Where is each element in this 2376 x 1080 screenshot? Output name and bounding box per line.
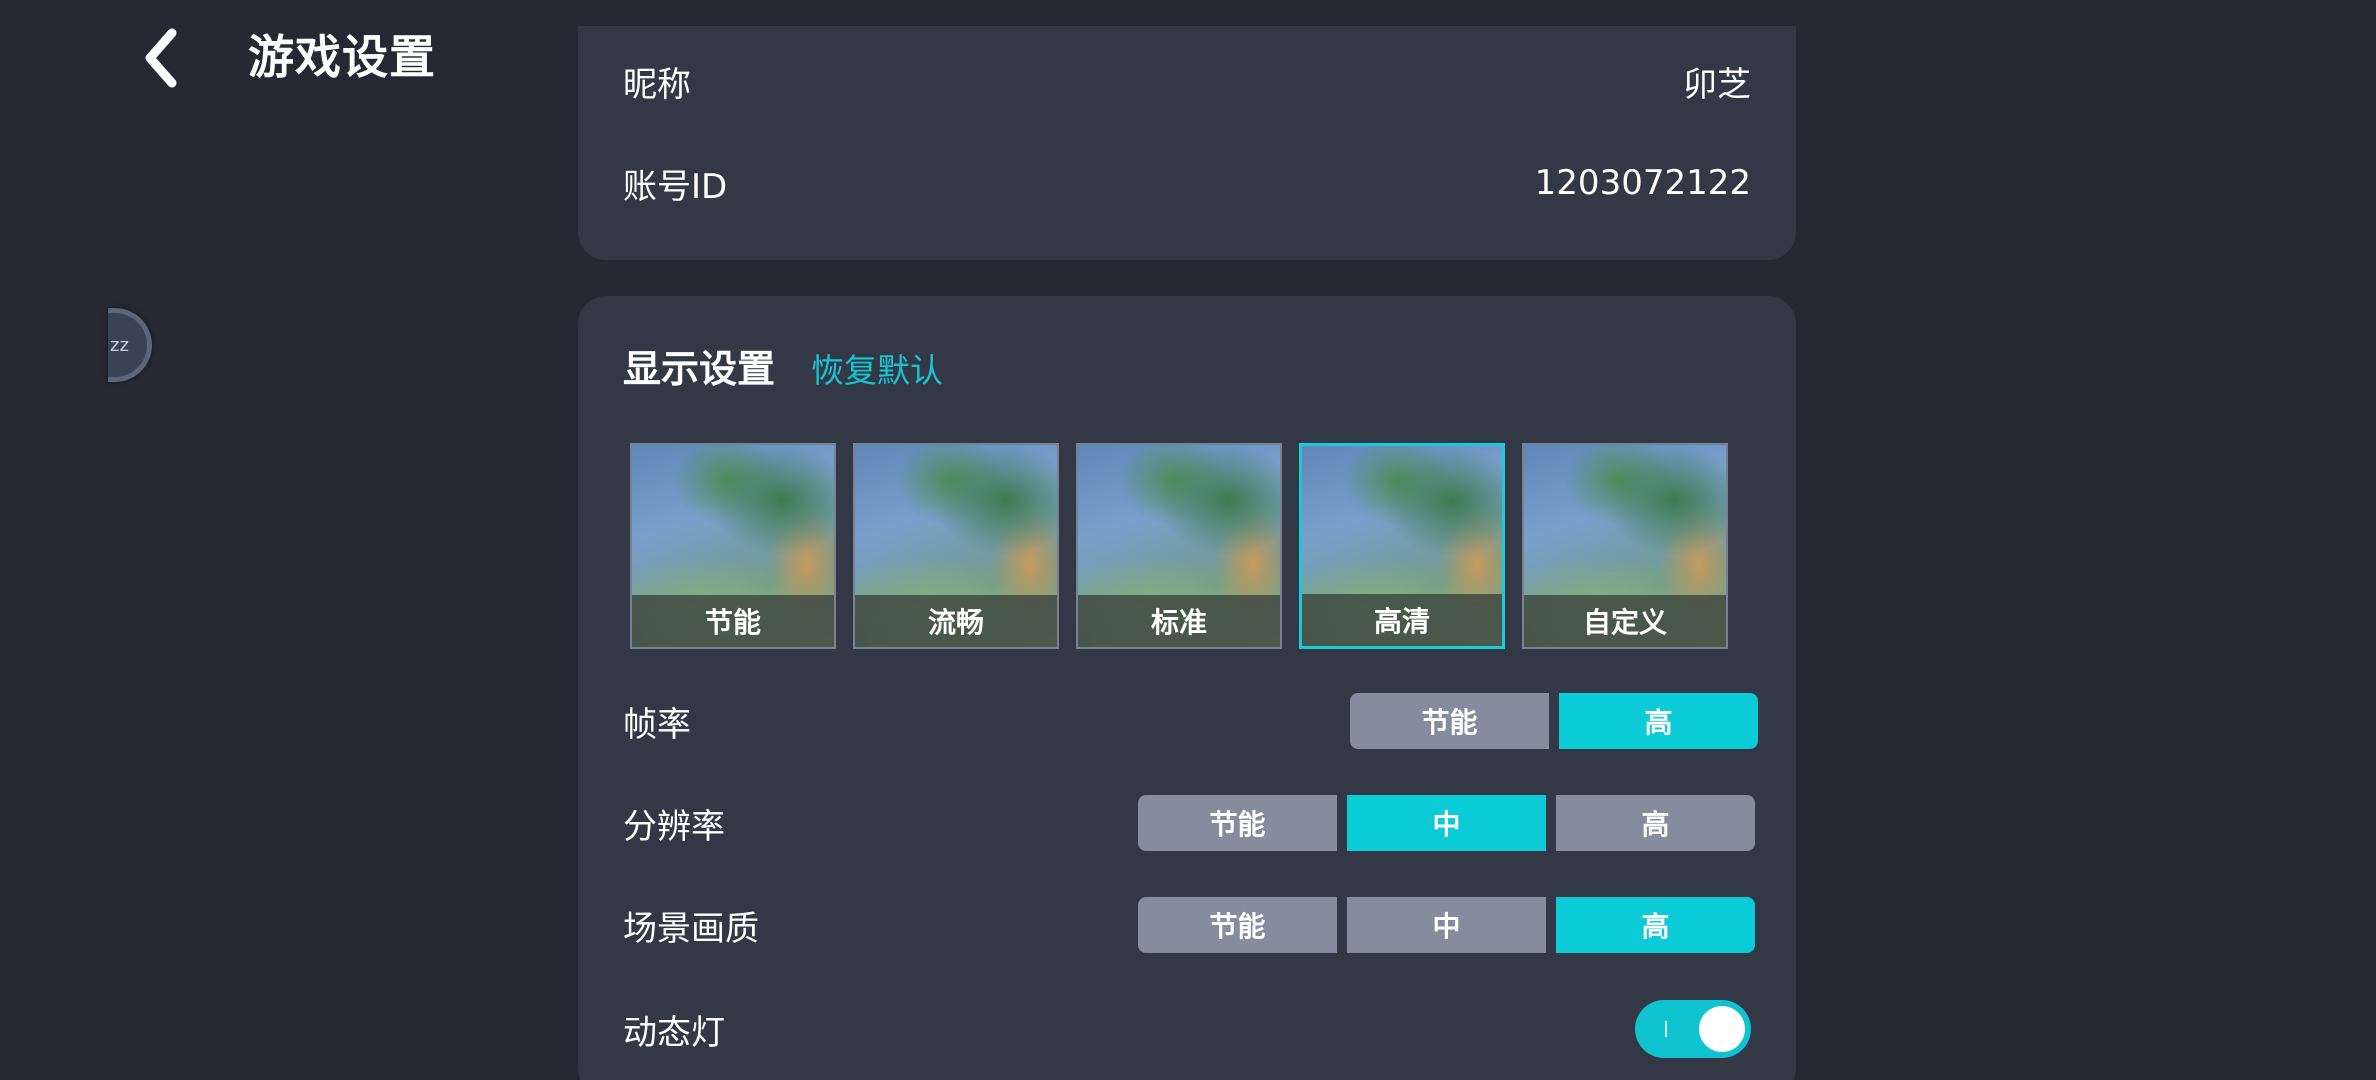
account-id-value: 1203072122 bbox=[1534, 163, 1751, 203]
frame-rate-selector: 节能 高 bbox=[1350, 693, 1758, 749]
account-id-label: 账号ID bbox=[623, 166, 728, 207]
dynamic-light-toggle[interactable] bbox=[1635, 1000, 1751, 1058]
chevron-left-icon bbox=[145, 28, 177, 88]
nickname-value: 卯芝 bbox=[1683, 64, 1751, 105]
resolution-selector: 节能 中 高 bbox=[1138, 795, 1755, 851]
dynamic-light-row: 动态灯 bbox=[623, 1000, 1751, 1058]
preset-custom[interactable]: 自定义 bbox=[1522, 443, 1728, 649]
nickname-label: 昵称 bbox=[623, 64, 691, 105]
floating-assistant-ball[interactable]: zz bbox=[108, 308, 152, 382]
page-title: 游戏设置 bbox=[248, 30, 436, 84]
scene-quality-option-high[interactable]: 高 bbox=[1556, 897, 1755, 953]
floating-ball-text: zz bbox=[110, 334, 129, 356]
reset-default-button[interactable]: 恢复默认 bbox=[811, 344, 943, 392]
display-settings-card: 显示设置 恢复默认 节能 流畅 标准 高清 自定义 帧率 节能 高 分辨率 节能… bbox=[578, 296, 1796, 1080]
frame-rate-row: 帧率 节能 高 bbox=[623, 692, 1758, 750]
preset-smooth[interactable]: 流畅 bbox=[853, 443, 1059, 649]
preset-label: 高清 bbox=[1302, 594, 1502, 646]
resolution-option-power-saving[interactable]: 节能 bbox=[1138, 795, 1337, 851]
preset-label: 节能 bbox=[632, 595, 834, 647]
preset-standard[interactable]: 标准 bbox=[1076, 443, 1282, 649]
section-title: 显示设置 bbox=[623, 347, 776, 391]
quality-presets: 节能 流畅 标准 高清 自定义 bbox=[630, 443, 1745, 649]
preset-label: 流畅 bbox=[855, 595, 1057, 647]
frame-rate-label: 帧率 bbox=[623, 704, 691, 745]
game-settings-screen: 游戏设置 zz 昵称 卯芝 账号ID 1203072122 显示设置 恢复默认 … bbox=[0, 0, 2376, 1080]
frame-rate-option-power-saving[interactable]: 节能 bbox=[1350, 693, 1549, 749]
account-card: 昵称 卯芝 账号ID 1203072122 bbox=[578, 26, 1796, 260]
frame-rate-option-high[interactable]: 高 bbox=[1559, 693, 1758, 749]
nickname-row: 昵称 卯芝 bbox=[623, 56, 1751, 106]
dynamic-light-label: 动态灯 bbox=[623, 1012, 725, 1053]
resolution-option-medium[interactable]: 中 bbox=[1347, 795, 1546, 851]
toggle-knob bbox=[1699, 1006, 1745, 1052]
display-settings-header: 显示设置 恢复默认 bbox=[623, 338, 943, 393]
toggle-on-mark bbox=[1665, 1021, 1667, 1037]
resolution-option-high[interactable]: 高 bbox=[1556, 795, 1755, 851]
scene-quality-selector: 节能 中 高 bbox=[1138, 897, 1755, 953]
preset-label: 标准 bbox=[1078, 595, 1280, 647]
scene-quality-option-medium[interactable]: 中 bbox=[1347, 897, 1546, 953]
account-id-row: 账号ID 1203072122 bbox=[623, 158, 1751, 208]
preset-power-saving[interactable]: 节能 bbox=[630, 443, 836, 649]
scene-quality-option-power-saving[interactable]: 节能 bbox=[1138, 897, 1337, 953]
back-button[interactable] bbox=[130, 22, 190, 94]
scene-quality-label: 场景画质 bbox=[623, 908, 759, 949]
resolution-row: 分辨率 节能 中 高 bbox=[623, 794, 1755, 852]
resolution-label: 分辨率 bbox=[623, 806, 725, 847]
preset-label: 自定义 bbox=[1524, 595, 1726, 647]
preset-high-definition[interactable]: 高清 bbox=[1299, 443, 1505, 649]
scene-quality-row: 场景画质 节能 中 高 bbox=[623, 896, 1755, 954]
